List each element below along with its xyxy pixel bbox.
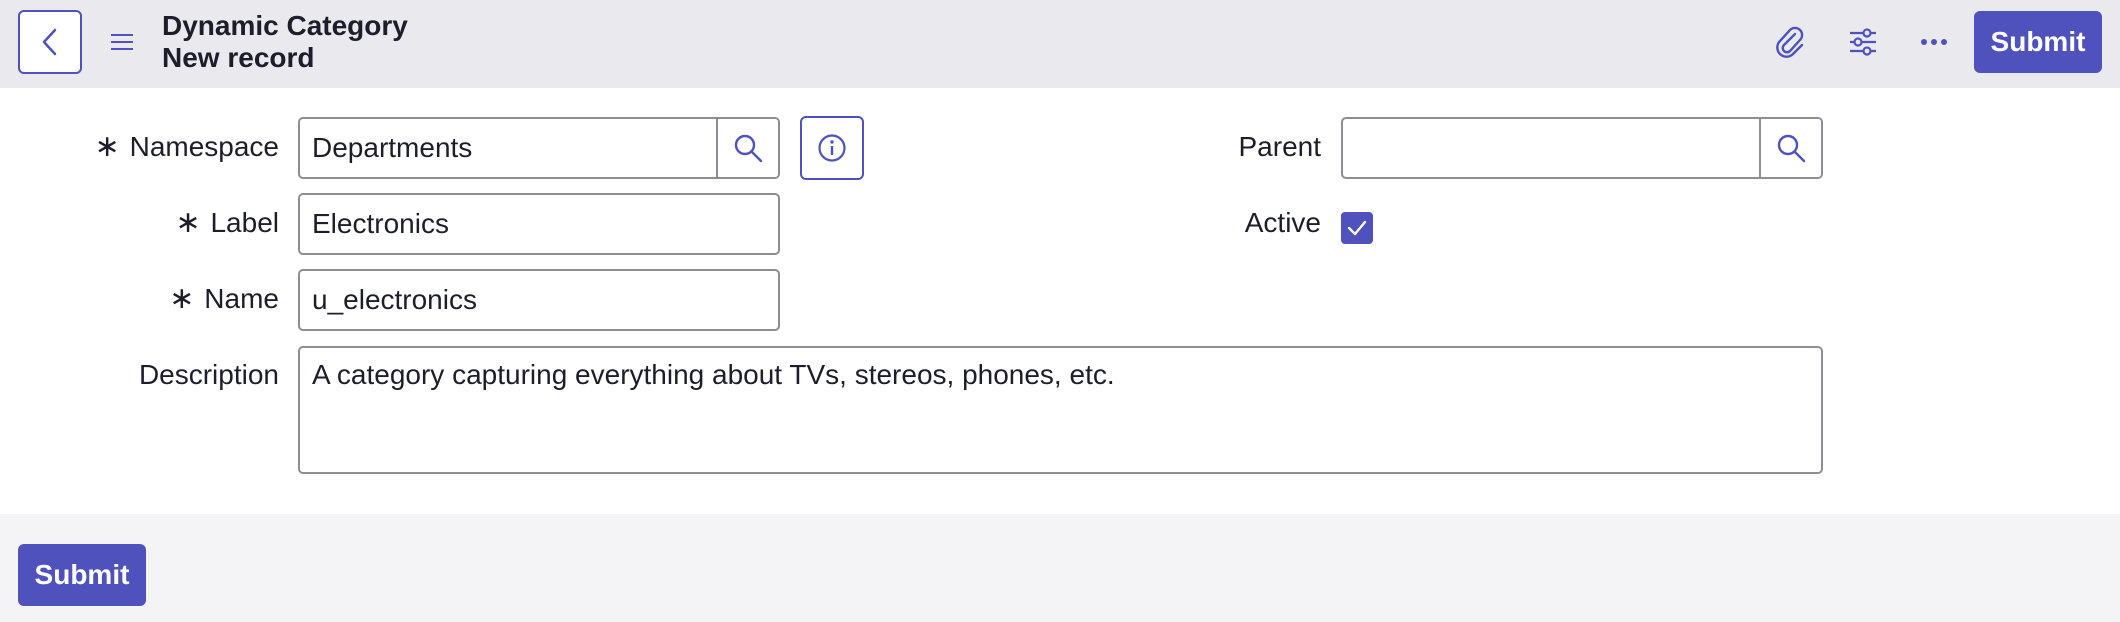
back-button[interactable] [18, 10, 82, 74]
form-header: Dynamic Category New record Submit [0, 0, 2120, 88]
submit-button-top[interactable]: Submit [1974, 11, 2102, 73]
required-marker: ∗ [175, 206, 201, 239]
page-title: Dynamic Category [162, 10, 408, 41]
namespace-lookup-button[interactable] [716, 119, 778, 177]
record-title: Dynamic Category New record [162, 10, 408, 74]
search-icon [734, 134, 763, 163]
more-icon [1921, 39, 1947, 45]
record-form: ∗Namespace Parent ∗Label [0, 88, 2120, 514]
label-field [298, 193, 780, 255]
description-label: Description [138, 359, 279, 390]
namespace-label: ∗ Namespace [94, 130, 279, 163]
attachment-button[interactable] [1770, 22, 1810, 62]
paperclip-icon [1776, 26, 1804, 58]
parent-lookup-button[interactable] [1759, 119, 1821, 177]
name-field [298, 269, 780, 331]
namespace-field [298, 117, 780, 179]
submit-button-bottom[interactable]: Submit [18, 544, 146, 606]
info-icon [818, 134, 846, 162]
required-marker: ∗ [94, 130, 120, 163]
name-input[interactable] [300, 271, 778, 329]
required-marker: ∗ [169, 282, 195, 315]
active-label: Active [1244, 207, 1321, 238]
label-label: ∗ Label [175, 206, 279, 239]
menu-button[interactable] [104, 24, 140, 60]
parent-input[interactable] [1343, 119, 1761, 177]
more-options-button[interactable] [1914, 22, 1954, 62]
chevron-left-icon [42, 28, 57, 56]
namespace-input[interactable] [300, 119, 718, 177]
namespace-info-button[interactable] [800, 116, 864, 180]
hamburger-menu-icon [111, 34, 133, 50]
checkmark-icon [1347, 220, 1367, 236]
description-textarea[interactable]: A category capturing everything about TV… [298, 346, 1823, 474]
label-input[interactable] [300, 195, 778, 253]
sliders-icon [1850, 28, 1876, 56]
parent-label: Parent [1238, 131, 1322, 162]
name-label: ∗ Name [169, 282, 279, 315]
active-checkbox[interactable] [1341, 212, 1373, 244]
page-subtitle: New record [162, 42, 315, 73]
parent-field [1341, 117, 1823, 179]
search-icon [1777, 134, 1806, 163]
personalize-button[interactable] [1843, 22, 1883, 62]
